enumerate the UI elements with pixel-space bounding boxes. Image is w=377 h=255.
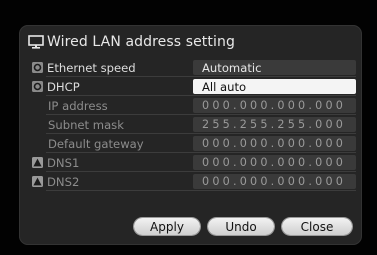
setting-label-container: IP address [30,97,185,114]
row-divider [46,190,356,191]
setting-row-dns1[interactable]: DNS1 000.000.000.000 [30,153,356,172]
setting-label: DHCP [47,79,80,94]
window-titlebar: Wired LAN address setting [28,29,235,54]
window-title: Wired LAN address setting [47,33,235,50]
monitor-icon [28,34,44,49]
setting-label: IP address [48,98,108,113]
setting-label: DNS2 [47,174,80,189]
dns2-value[interactable]: 000.000.000.000 [193,174,356,189]
setting-label: Subnet mask [48,117,124,132]
setting-row-dns2[interactable]: DNS2 000.000.000.000 [30,172,356,191]
o-badge-icon [32,81,43,92]
apply-button[interactable]: Apply [134,218,200,235]
screen: Wired LAN address setting Ethernet speed… [0,0,377,255]
setting-label: DNS1 [47,155,80,170]
subnet-mask-value[interactable]: 255.255.255.000 [193,117,356,132]
setting-label-container: DNS1 [30,154,185,171]
close-button[interactable]: Close [282,218,352,235]
button-bar: Apply Undo Close [0,217,377,237]
warning-triangle-icon [32,176,43,187]
dns1-value[interactable]: 000.000.000.000 [193,155,356,170]
default-gateway-value[interactable]: 000.000.000.000 [193,136,356,151]
setting-row-subnet-mask[interactable]: Subnet mask 255.255.255.000 [30,115,356,134]
warning-triangle-icon [32,157,43,168]
setting-row-ethernet-speed[interactable]: Ethernet speed Automatic [30,58,356,77]
o-badge-icon [32,62,43,73]
setting-label-container: Default gateway [30,135,185,152]
setting-row-ip-address[interactable]: IP address 000.000.000.000 [30,96,356,115]
setting-row-dhcp[interactable]: DHCP All auto [30,77,356,96]
undo-button[interactable]: Undo [208,218,274,235]
ip-address-value[interactable]: 000.000.000.000 [193,98,356,113]
ethernet-speed-value[interactable]: Automatic [193,60,356,75]
settings-list: Ethernet speed Automatic DHCP All auto I… [30,58,356,191]
setting-label-container: DHCP [30,78,185,95]
setting-label-container: Subnet mask [30,116,185,133]
dhcp-value[interactable]: All auto [193,79,356,94]
setting-label-container: DNS2 [30,173,185,190]
setting-label: Default gateway [48,136,144,151]
setting-row-default-gateway[interactable]: Default gateway 000.000.000.000 [30,134,356,153]
setting-label-container: Ethernet speed [30,59,185,76]
setting-label: Ethernet speed [47,60,136,75]
